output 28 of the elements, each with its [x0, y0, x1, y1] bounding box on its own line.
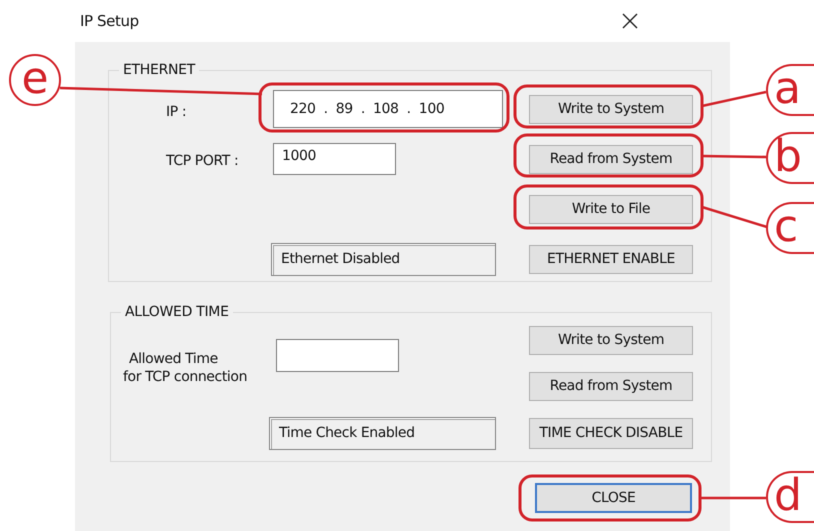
- action-button[interactable]: Write to System: [529, 326, 693, 354]
- action-button[interactable]: Read from System: [529, 144, 693, 174]
- action-button[interactable]: Read from System: [529, 372, 693, 400]
- status-field: Time Check Enabled: [269, 416, 496, 450]
- callout-badge: a: [766, 64, 814, 116]
- leader-line: [702, 154, 766, 158]
- close-button[interactable]: CLOSE: [535, 483, 692, 513]
- field-label: for TCP connection: [122, 369, 248, 385]
- port-field[interactable]: 1000: [273, 143, 396, 175]
- field-label: Allowed Time: [128, 351, 219, 367]
- field-label: TCP PORT :: [165, 153, 240, 169]
- close-icon[interactable]: [622, 13, 638, 29]
- action-button[interactable]: ETHERNET ENABLE: [529, 244, 693, 274]
- leader-line: [700, 496, 766, 500]
- action-button[interactable]: Write to File: [529, 194, 693, 224]
- time-field[interactable]: [276, 339, 399, 372]
- action-button[interactable]: TIME CHECK DISABLE: [529, 418, 693, 448]
- leader-line: [702, 90, 766, 108]
- window-title: IP Setup: [80, 12, 139, 30]
- callout-badge: c: [766, 202, 814, 254]
- leader-line: [702, 206, 768, 228]
- field-label: IP :: [165, 104, 188, 120]
- ip-address-field[interactable]: 220 . 89 . 108 . 100: [273, 90, 503, 128]
- status-field: Ethernet Disabled: [271, 242, 496, 276]
- action-button[interactable]: Write to System: [529, 94, 693, 124]
- callout-badge: d: [766, 471, 814, 523]
- callout-badge: e: [9, 54, 61, 106]
- callout-badge: b: [766, 132, 814, 184]
